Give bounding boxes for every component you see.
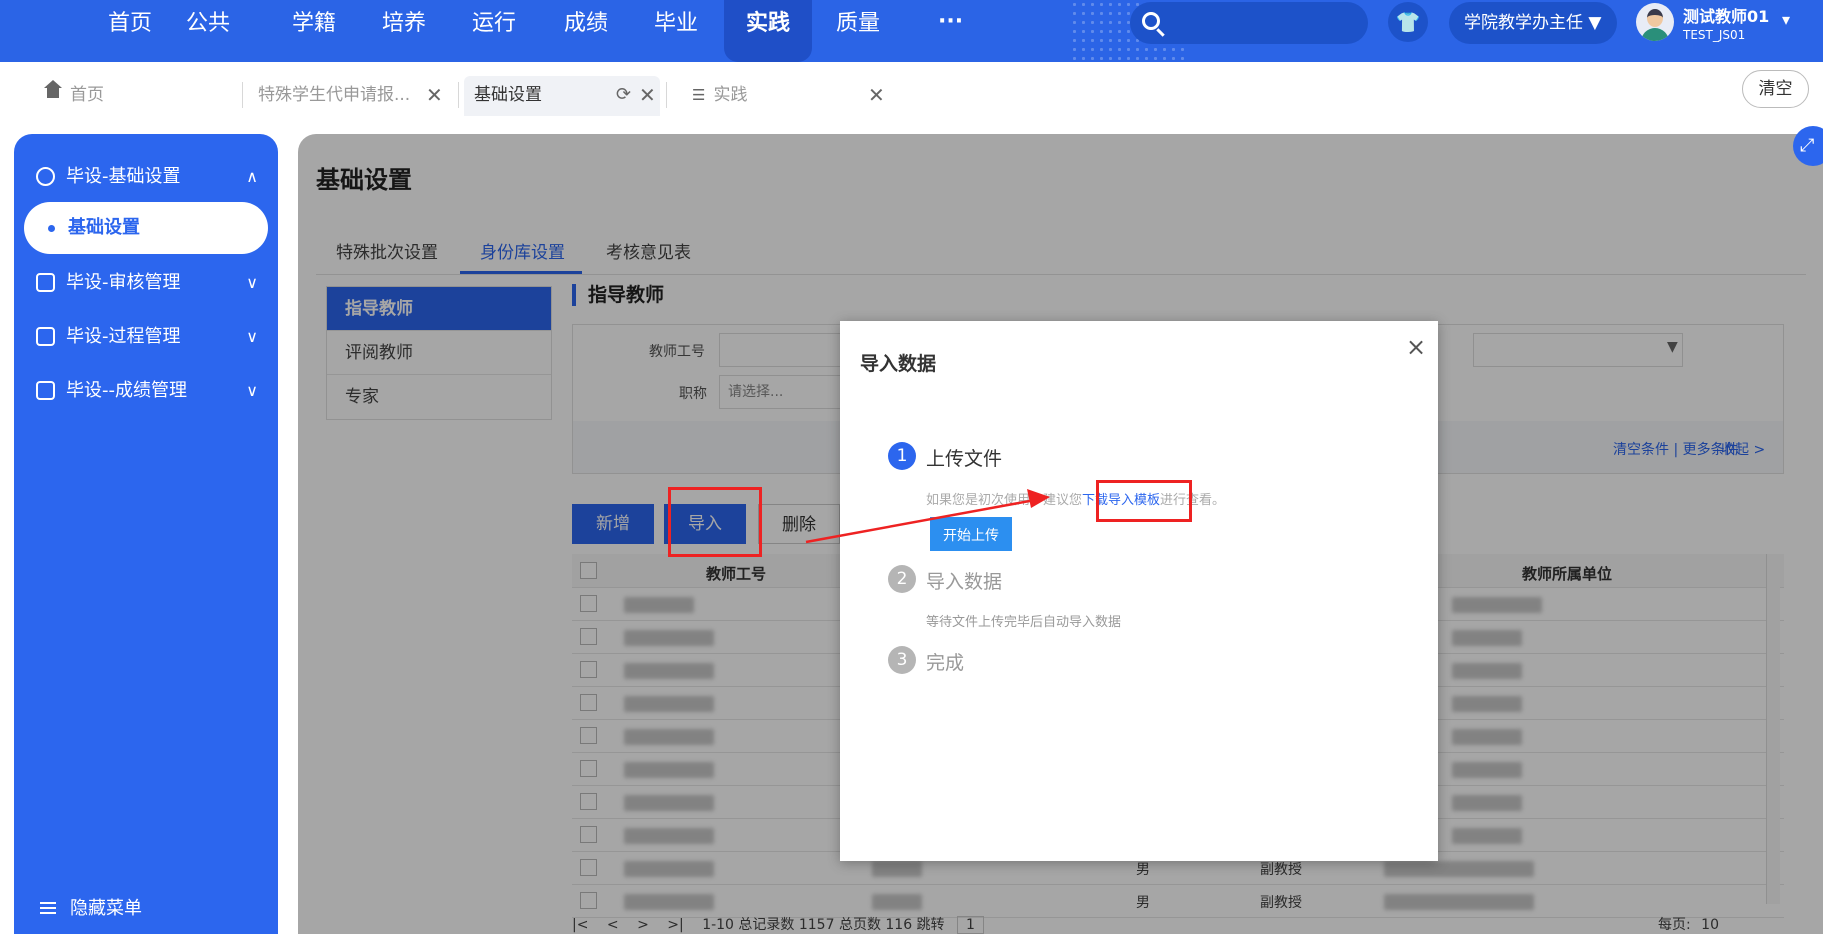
import-button-highlight xyxy=(668,487,762,557)
tab-label: 基础设置 xyxy=(474,85,542,105)
nav-graduation[interactable]: 毕业 xyxy=(638,0,714,62)
template-link-highlight xyxy=(1096,480,1192,522)
document-icon xyxy=(36,381,55,400)
chevron-down-icon: ∨ xyxy=(246,273,258,292)
nav-home[interactable]: 首页 xyxy=(92,0,168,62)
search-box[interactable] xyxy=(1130,2,1368,44)
tab-basic-settings[interactable]: 基础设置 ⟳ ✕ xyxy=(464,76,660,116)
hide-menu-label: 隐藏菜单 xyxy=(70,898,142,919)
menu-icon xyxy=(40,902,56,914)
hide-menu-button[interactable]: 隐藏菜单 xyxy=(40,894,142,920)
close-icon[interactable]: ✕ xyxy=(639,76,656,114)
step-2-desc: 等待文件上传完毕后自动导入数据 xyxy=(926,615,1122,630)
nav-grades[interactable]: 成绩 xyxy=(548,0,624,62)
nav-practice[interactable]: 实践 xyxy=(724,0,812,62)
sidebar-group-basic-settings[interactable]: 毕设-基础设置 ∧ xyxy=(14,154,278,200)
start-upload-button[interactable]: 开始上传 xyxy=(930,517,1012,551)
sidebar-group-grades[interactable]: 毕设--成绩管理 ∨ xyxy=(14,368,278,414)
chevron-down-icon: ∨ xyxy=(246,381,258,400)
tab-home-label: 首页 xyxy=(70,85,104,105)
nav-student-status[interactable]: 学籍 xyxy=(276,0,352,62)
tab-bar: 首页 特殊学生代申请报... ✕ 基础设置 ⟳ ✕ ☰ 实践 ✕ xyxy=(0,62,1823,116)
role-label: 学院教学办主任 xyxy=(1464,13,1583,33)
step-3-title: 完成 xyxy=(926,652,965,674)
tab-divider xyxy=(242,82,243,108)
user-name: 测试教师01 xyxy=(1683,7,1770,26)
nav-training[interactable]: 培养 xyxy=(366,0,442,62)
tab-label: 特殊学生代申请报... xyxy=(258,85,411,105)
import-data-dialog: 导入数据 × 1 上传文件 如果您是初次使用，建议您下载导入模板进行查看。 开始… xyxy=(840,321,1438,861)
clear-tabs-button[interactable]: 清空 xyxy=(1742,70,1809,108)
nav-operation[interactable]: 运行 xyxy=(456,0,532,62)
sidebar-group-label: 毕设-基础设置 xyxy=(66,166,181,187)
list-icon: ☰ xyxy=(692,86,706,104)
tab-home[interactable]: 首页 xyxy=(44,76,234,116)
chevron-down-icon: ▼ xyxy=(1588,13,1602,33)
dialog-title: 导入数据 xyxy=(860,353,937,375)
step-1-number: 1 xyxy=(888,442,916,470)
step-2-number: 2 xyxy=(888,565,916,593)
user-menu-chevron-icon[interactable]: ▾ xyxy=(1782,10,1790,29)
shirt-icon[interactable]: 👕 xyxy=(1388,2,1428,42)
step-2-title: 导入数据 xyxy=(926,571,1003,593)
sidebar-group-label: 毕设-过程管理 xyxy=(66,326,181,347)
close-icon[interactable]: × xyxy=(1406,333,1426,361)
nav-quality[interactable]: 质量 xyxy=(820,0,896,62)
home-icon xyxy=(44,80,62,101)
role-selector[interactable]: 学院教学办主任 ▼ xyxy=(1449,2,1617,44)
close-icon[interactable]: ✕ xyxy=(868,76,885,114)
step-3-number: 3 xyxy=(888,646,916,674)
user-id: TEST_JS01 xyxy=(1683,28,1746,42)
refresh-icon[interactable]: ⟳ xyxy=(616,76,631,114)
sidebar-group-label: 毕设-审核管理 xyxy=(66,272,181,293)
tab-divider xyxy=(666,82,667,108)
tab-practice[interactable]: ☰ 实践 ✕ xyxy=(692,76,892,116)
tab-special-student[interactable]: 特殊学生代申请报... ✕ xyxy=(258,76,450,116)
search-icon xyxy=(1142,12,1160,30)
search-input[interactable] xyxy=(1170,8,1355,38)
tab-label: 实践 xyxy=(713,85,748,105)
sidebar-group-process[interactable]: 毕设-过程管理 ∨ xyxy=(14,314,278,360)
chevron-up-icon: ∧ xyxy=(246,167,258,186)
nav-public[interactable]: 公共 xyxy=(170,0,246,62)
avatar[interactable] xyxy=(1636,3,1674,41)
chevron-down-icon: ∨ xyxy=(246,327,258,346)
sidebar: 毕设-基础设置 ∧ 基础设置 毕设-审核管理 ∨ 毕设-过程管理 ∨ 毕设--成… xyxy=(14,134,278,934)
sidebar-group-review[interactable]: 毕设-审核管理 ∨ xyxy=(14,260,278,306)
close-icon[interactable]: ✕ xyxy=(426,76,443,114)
step-1-title: 上传文件 xyxy=(926,448,1003,470)
sidebar-item-basic-settings[interactable]: 基础设置 xyxy=(24,202,268,254)
nav-more-button[interactable]: ··· xyxy=(938,0,963,48)
tab-divider xyxy=(458,82,459,108)
sidebar-group-label: 毕设--成绩管理 xyxy=(66,380,187,401)
shield-icon xyxy=(36,327,55,346)
globe-icon xyxy=(36,167,55,186)
top-navigation: 首页 公共 学籍 培养 运行 成绩 毕业 实践 质量 ··· 👕 学院教学办主任… xyxy=(0,0,1823,62)
shield-icon xyxy=(36,273,55,292)
